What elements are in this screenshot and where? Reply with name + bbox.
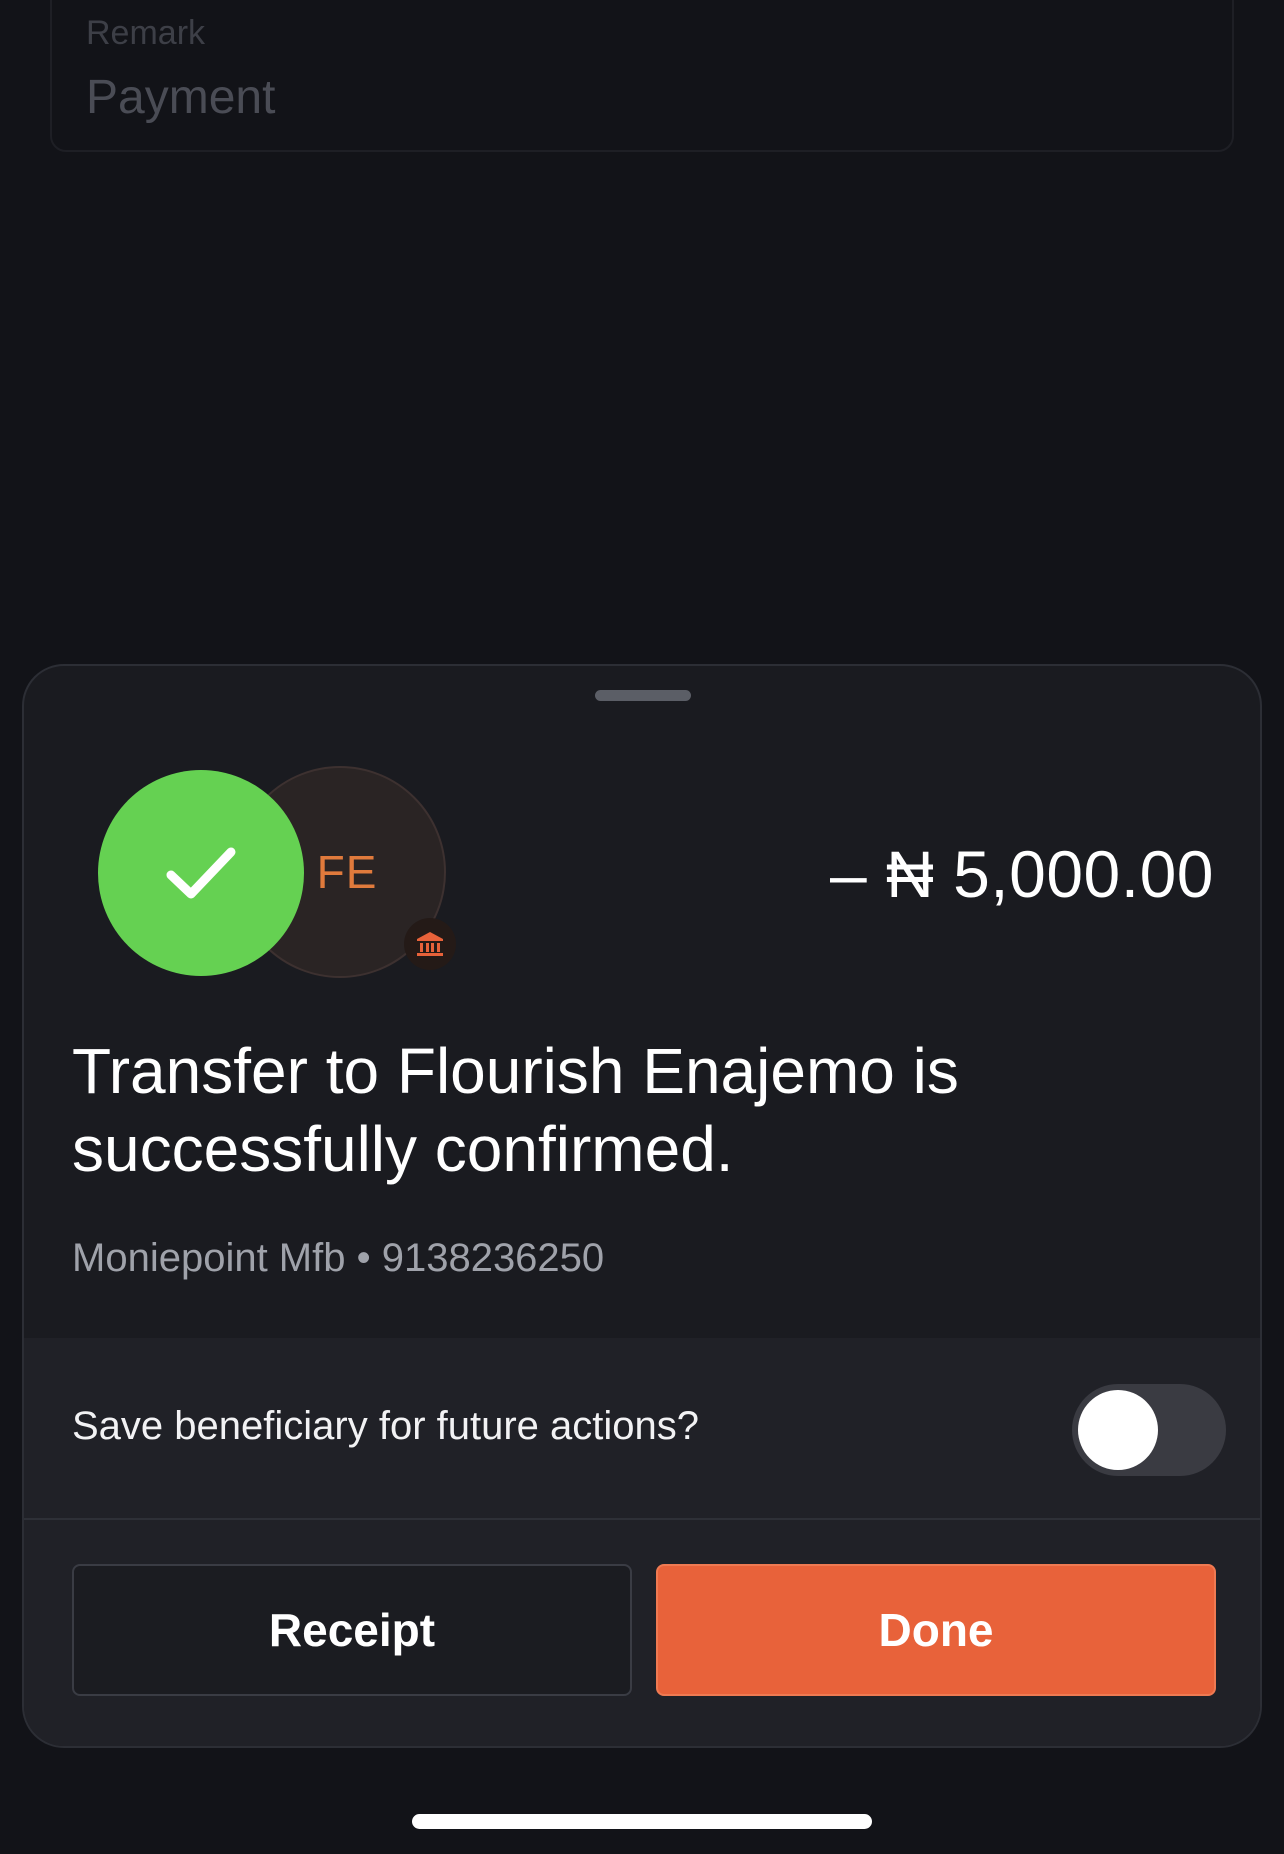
confirmation-message: Transfer to Flourish Enajemo is successf… — [72, 1035, 959, 1185]
screen: Remark Payment FE – ₦ 5,000.00 Transfer … — [0, 0, 1284, 1854]
recipient-bank-info: Moniepoint Mfb • 9138236250 — [72, 1236, 605, 1280]
sheet-drag-handle[interactable] — [595, 690, 691, 701]
save-beneficiary-label: Save beneficiary for future actions? — [72, 1404, 700, 1448]
checkmark-icon — [166, 847, 236, 899]
remark-value: Payment — [86, 71, 276, 124]
remark-field[interactable]: Remark Payment — [50, 0, 1234, 152]
success-indicator — [98, 770, 304, 976]
transfer-success-sheet: FE – ₦ 5,000.00 Transfer to Flourish Ena… — [22, 664, 1262, 1748]
recipient-avatar-group: FE — [74, 766, 474, 986]
transfer-amount: – ₦ 5,000.00 — [830, 837, 1214, 911]
bank-badge — [404, 918, 456, 970]
recipient-initials: FE — [316, 846, 378, 898]
bank-icon — [417, 932, 443, 956]
toggle-knob — [1078, 1390, 1158, 1470]
home-indicator[interactable] — [412, 1814, 872, 1829]
receipt-button[interactable]: Receipt — [72, 1564, 632, 1696]
remark-label: Remark — [86, 14, 206, 52]
done-button[interactable]: Done — [656, 1564, 1216, 1696]
save-beneficiary-toggle[interactable] — [1072, 1384, 1226, 1476]
action-bar: Receipt Done — [24, 1520, 1260, 1746]
save-beneficiary-row: Save beneficiary for future actions? — [24, 1338, 1260, 1520]
